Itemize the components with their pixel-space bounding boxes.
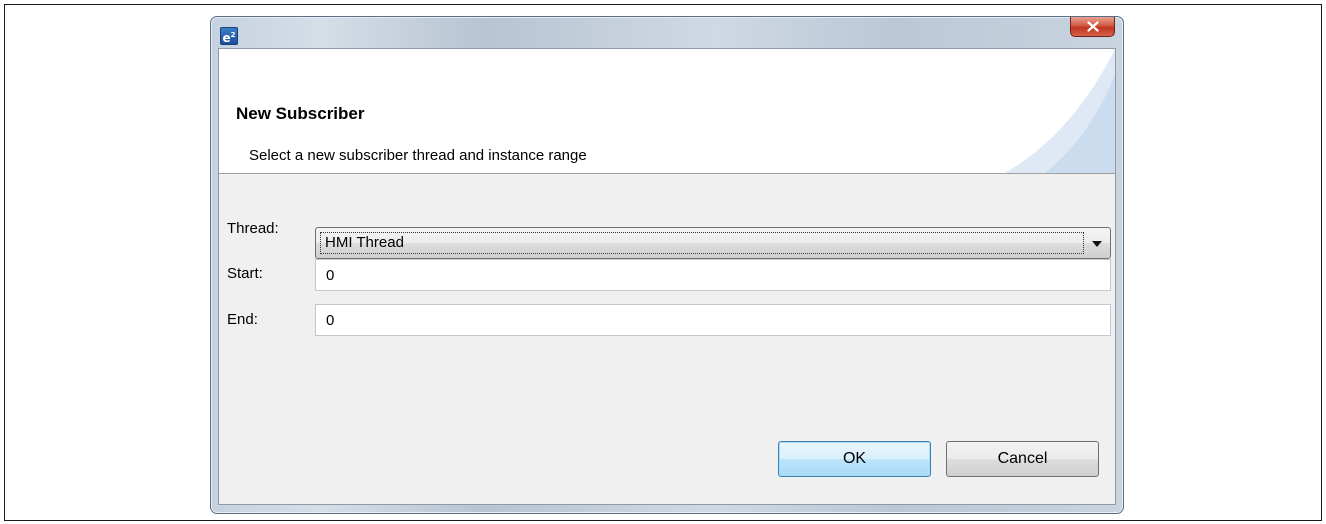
dialog-window: e2 New Subscriber Select a new subscribe… xyxy=(210,16,1124,514)
cancel-button[interactable]: Cancel xyxy=(946,441,1099,477)
start-input[interactable] xyxy=(315,259,1111,291)
app-icon-superscript: 2 xyxy=(230,31,236,39)
dialog-title: New Subscriber xyxy=(236,104,365,123)
end-label: End: xyxy=(227,311,258,328)
thread-dropdown[interactable]: HMI Thread xyxy=(315,227,1111,259)
app-icon: e2 xyxy=(220,27,238,45)
close-button[interactable] xyxy=(1070,17,1115,37)
title-bar[interactable]: e2 xyxy=(211,17,1123,49)
dialog-body: New Subscriber Select a new subscriber t… xyxy=(218,48,1116,505)
close-icon xyxy=(1086,21,1099,32)
banner-graphic xyxy=(1005,49,1115,173)
thread-dropdown-value: HMI Thread xyxy=(320,232,1084,254)
app-icon-letter: e xyxy=(222,31,231,45)
end-input[interactable] xyxy=(315,304,1111,336)
chevron-down-icon xyxy=(1092,241,1102,247)
thread-label: Thread: xyxy=(227,220,279,237)
title-banner: New Subscriber Select a new subscriber t… xyxy=(219,49,1115,174)
ok-button[interactable]: OK xyxy=(778,441,931,477)
dialog-description: Select a new subscriber thread and insta… xyxy=(249,147,587,164)
start-label: Start: xyxy=(227,265,263,282)
